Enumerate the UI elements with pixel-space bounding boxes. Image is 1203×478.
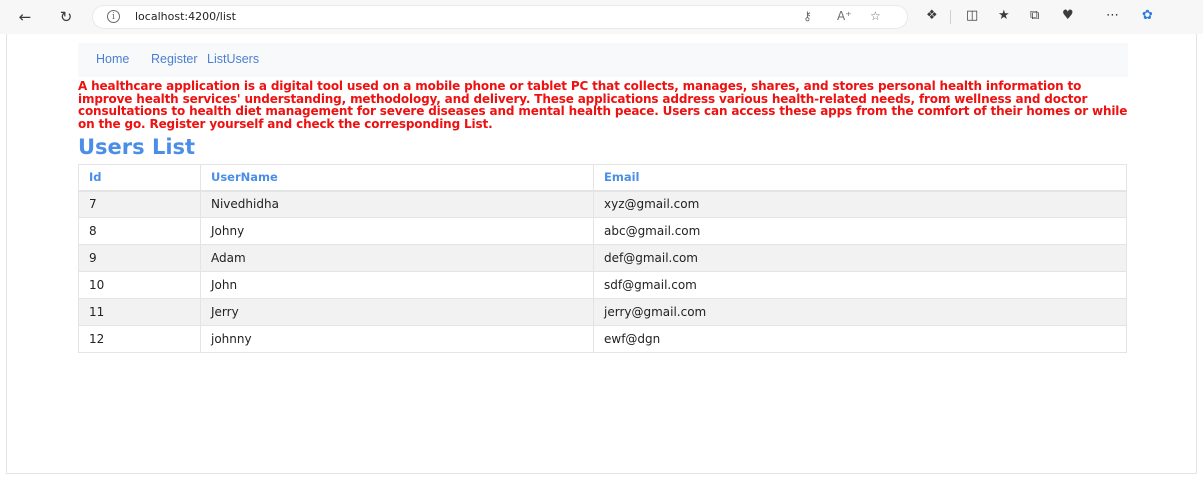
copilot-icon[interactable]: ✿ xyxy=(1142,8,1153,23)
cell-username: Jerry xyxy=(200,298,594,326)
nav-listusers-link[interactable]: ListUsers xyxy=(207,52,259,66)
toolbar-separator xyxy=(950,10,951,24)
cell-username: Johny xyxy=(200,217,594,245)
cell-email: ewf@dgn xyxy=(593,325,1127,353)
cell-id: 8 xyxy=(78,217,201,245)
address-url: localhost:4200/list xyxy=(135,10,236,23)
favorite-star-icon[interactable]: ☆ xyxy=(870,9,881,23)
column-header-id: Id xyxy=(78,164,201,192)
refresh-icon[interactable]: ↻ xyxy=(57,8,75,26)
table-header-row: Id UserName Email xyxy=(78,164,1127,192)
collections-icon[interactable]: ⧉ xyxy=(1030,8,1039,23)
users-table: Id UserName Email 7 Nivedhidha xyz@gmail… xyxy=(78,164,1127,353)
cell-username: Adam xyxy=(200,244,594,272)
read-aloud-icon[interactable]: A⁺ xyxy=(837,9,852,23)
nav-register-link[interactable]: Register xyxy=(151,52,198,66)
favorites-icon[interactable]: ★ xyxy=(998,8,1010,23)
column-header-email: Email xyxy=(593,164,1127,192)
app-description: A healthcare application is a digital to… xyxy=(78,79,1128,131)
info-icon[interactable]: i xyxy=(107,10,120,23)
cell-email: def@gmail.com xyxy=(593,244,1127,272)
cell-username: johnny xyxy=(200,325,594,353)
cell-id: 7 xyxy=(78,190,201,218)
table-row: 7 Nivedhidha xyz@gmail.com xyxy=(78,190,1127,218)
table-row: 11 Jerry jerry@gmail.com xyxy=(78,298,1127,326)
cell-username: John xyxy=(200,271,594,299)
cell-id: 12 xyxy=(78,325,201,353)
cell-id: 10 xyxy=(78,271,201,299)
cell-id: 11 xyxy=(78,298,201,326)
split-screen-icon[interactable]: ◫ xyxy=(966,8,978,23)
key-icon[interactable]: ⚷ xyxy=(803,9,812,23)
more-menu-icon[interactable]: ⋯ xyxy=(1106,8,1119,23)
cell-email: xyz@gmail.com xyxy=(593,190,1127,218)
cell-username: Nivedhidha xyxy=(200,190,594,218)
table-row: 8 Johny abc@gmail.com xyxy=(78,217,1127,245)
extensions-icon[interactable]: ❖ xyxy=(926,8,938,23)
cell-email: jerry@gmail.com xyxy=(593,298,1127,326)
address-bar[interactable]: i localhost:4200/list ⚷ A⁺ ☆ xyxy=(92,5,908,29)
cell-id: 9 xyxy=(78,244,201,272)
cell-email: abc@gmail.com xyxy=(593,217,1127,245)
table-row: 9 Adam def@gmail.com xyxy=(78,244,1127,272)
cell-email: sdf@gmail.com xyxy=(593,271,1127,299)
table-row: 10 John sdf@gmail.com xyxy=(78,271,1127,299)
browser-toolbar: ← ↻ i localhost:4200/list ⚷ A⁺ ☆ ❖ ◫ ★ ⧉… xyxy=(0,0,1203,34)
browser-essentials-icon[interactable]: ♥ xyxy=(1062,8,1074,23)
table-row: 12 johnny ewf@dgn xyxy=(78,325,1127,353)
back-arrow-icon[interactable]: ← xyxy=(16,8,34,26)
nav-home-link[interactable]: Home xyxy=(96,52,129,66)
column-header-username: UserName xyxy=(200,164,594,192)
page-title: Users List xyxy=(78,135,196,159)
navbar: Home Register ListUsers xyxy=(78,43,1128,77)
